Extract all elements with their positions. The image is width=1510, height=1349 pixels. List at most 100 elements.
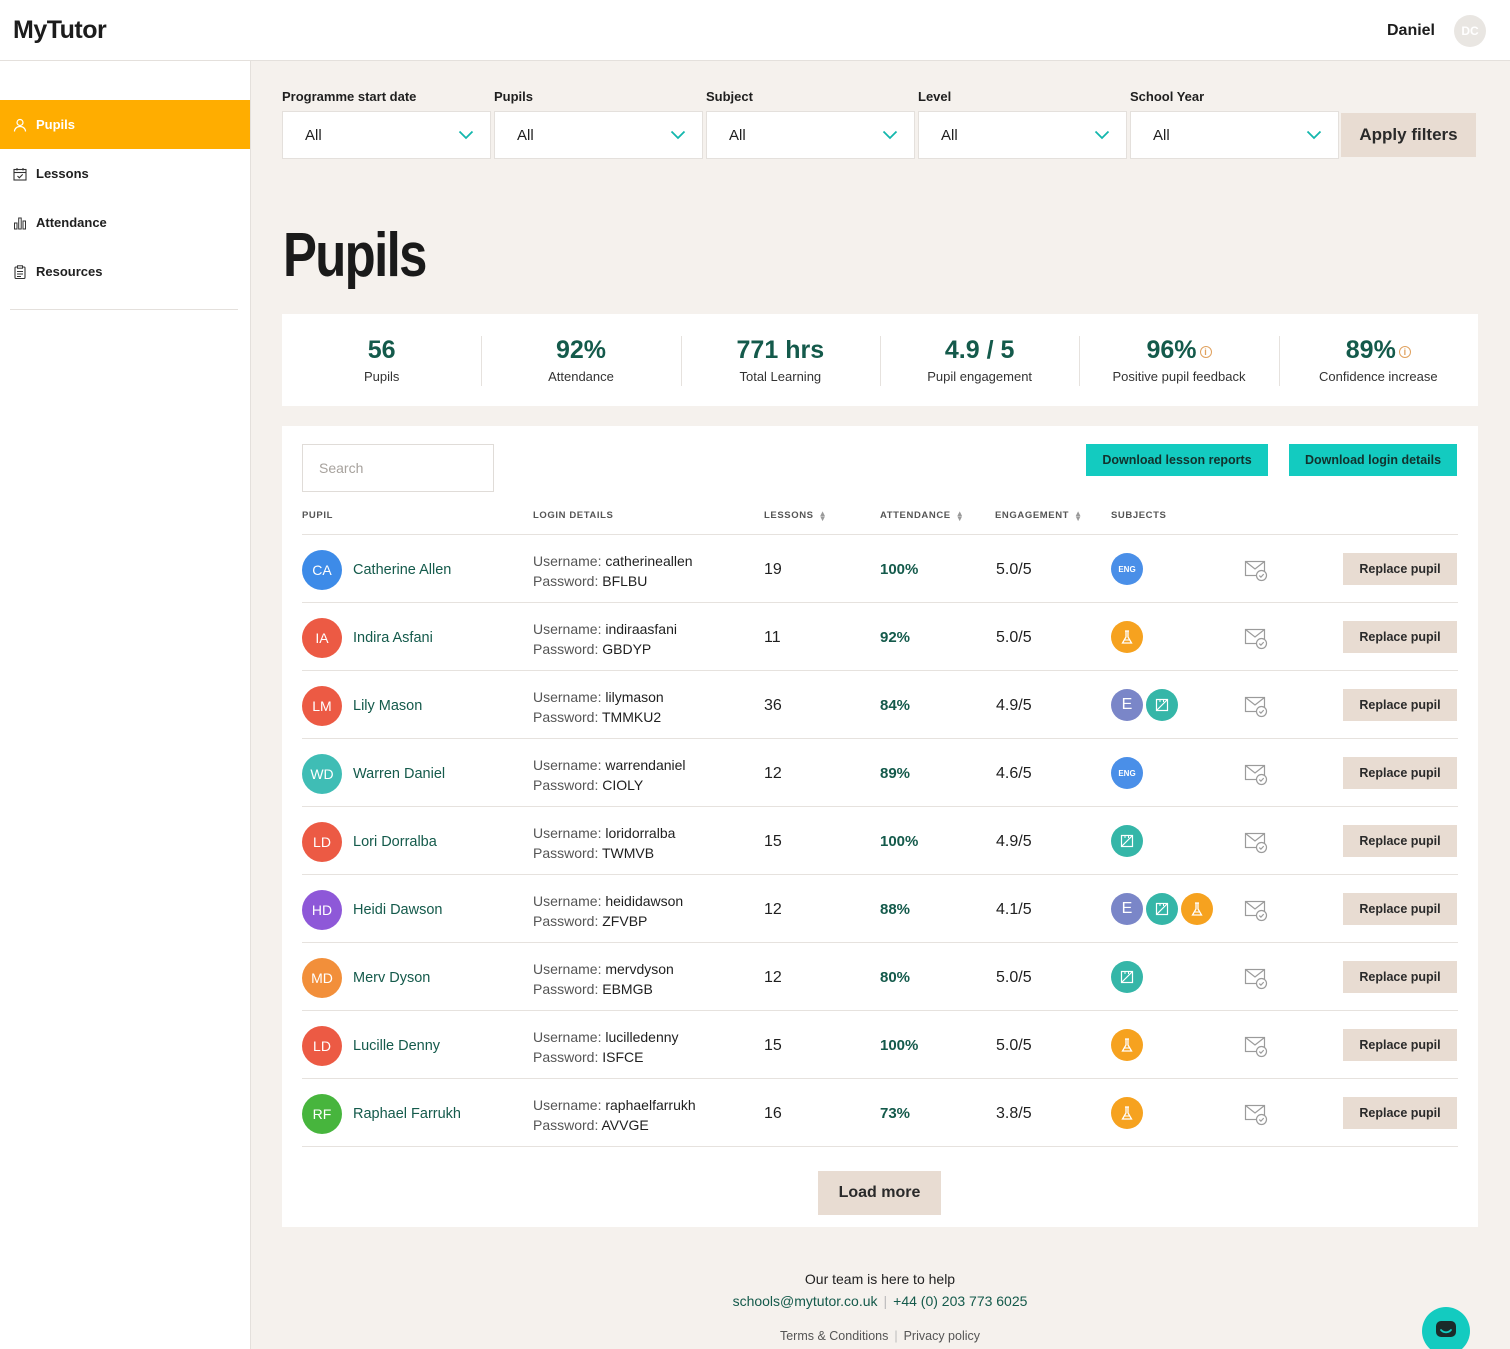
- username-line: Username: mervdyson: [533, 959, 674, 979]
- support-email-link[interactable]: schools@mytutor.co.uk: [733, 1293, 878, 1309]
- stat-value: 4.9 / 5: [945, 336, 1015, 365]
- subject-select[interactable]: All: [706, 111, 915, 159]
- email-sent-icon[interactable]: [1244, 626, 1268, 650]
- stat-label: Confidence increase: [1319, 369, 1438, 384]
- bar-chart-icon: [14, 217, 26, 229]
- stat-label: Pupils: [363, 369, 400, 384]
- pupil-name-link[interactable]: Indira Asfani: [353, 630, 433, 646]
- stat-value: 89% i: [1346, 336, 1411, 365]
- level-select[interactable]: All: [918, 111, 1127, 159]
- subjects-list: ENG: [1111, 553, 1146, 585]
- table-row: LD Lucille Denny Username: lucilledenny …: [302, 1011, 1458, 1079]
- programme-start-date-select[interactable]: All: [282, 111, 491, 159]
- stat-positive-feedback: 96% i Positive pupil feedback: [1079, 314, 1278, 406]
- column-header-lessons[interactable]: LESSONS ▲ ▼: [764, 509, 827, 522]
- pupil-name-link[interactable]: Merv Dyson: [353, 970, 430, 986]
- password-label: Password:: [533, 573, 599, 589]
- password-label: Password:: [533, 777, 599, 793]
- download-lesson-reports-button[interactable]: Download lesson reports: [1086, 444, 1268, 476]
- email-sent-icon[interactable]: [1244, 830, 1268, 854]
- email-sent-icon[interactable]: [1244, 1102, 1268, 1126]
- username-label: Username:: [533, 825, 602, 841]
- table-row: WD Warren Daniel Username: warrendaniel …: [302, 739, 1458, 807]
- filter-pupils: Pupils All: [494, 89, 704, 159]
- password-value: BFLBU: [602, 573, 648, 589]
- column-label: ATTENDANCE: [880, 510, 951, 521]
- select-value: All: [1153, 126, 1170, 144]
- pupil-name-link[interactable]: Heidi Dawson: [353, 902, 442, 918]
- subjects-list: [1111, 1029, 1146, 1061]
- email-sent-icon[interactable]: [1244, 898, 1268, 922]
- replace-pupil-button[interactable]: Replace pupil: [1343, 1097, 1457, 1129]
- replace-pupil-button[interactable]: Replace pupil: [1343, 961, 1457, 993]
- download-login-details-button[interactable]: Download login details: [1289, 444, 1457, 476]
- lessons-count: 12: [764, 765, 782, 782]
- pupil-avatar: LD: [302, 1026, 342, 1066]
- pupil-name-link[interactable]: Warren Daniel: [353, 766, 445, 782]
- stat-value: 56: [368, 336, 396, 365]
- search-input[interactable]: [302, 444, 494, 492]
- replace-pupil-button[interactable]: Replace pupil: [1343, 825, 1457, 857]
- email-sent-icon[interactable]: [1244, 762, 1268, 786]
- support-phone-link[interactable]: +44 (0) 203 773 6025: [893, 1293, 1027, 1309]
- sidebar-item-resources[interactable]: Resources: [0, 247, 250, 296]
- subjects-list: [1111, 961, 1146, 993]
- chevron-down-icon: [882, 130, 898, 140]
- email-sent-icon[interactable]: [1244, 1034, 1268, 1058]
- pupil-name-link[interactable]: Lucille Denny: [353, 1038, 440, 1054]
- apply-filters-button[interactable]: Apply filters: [1341, 113, 1476, 157]
- email-sent-icon[interactable]: [1244, 966, 1268, 990]
- password-line: Password: AVVGE: [533, 1115, 696, 1135]
- pupils-select[interactable]: All: [494, 111, 703, 159]
- pupil-name-link[interactable]: Catherine Allen: [353, 562, 451, 578]
- replace-pupil-button[interactable]: Replace pupil: [1343, 553, 1457, 585]
- pupil-name-link[interactable]: Lori Dorralba: [353, 834, 437, 850]
- engagement-value: 3.8/5: [996, 1105, 1032, 1122]
- email-sent-icon[interactable]: [1244, 694, 1268, 718]
- footer-contact: schools@mytutor.co.uk | +44 (0) 203 773 60…: [0, 1293, 1510, 1309]
- school-year-select[interactable]: All: [1130, 111, 1339, 159]
- sidebar-item-label: Attendance: [36, 215, 107, 230]
- email-sent-icon[interactable]: [1244, 558, 1268, 582]
- lessons-count: 15: [764, 833, 782, 850]
- user-name[interactable]: Daniel: [1387, 22, 1435, 40]
- replace-pupil-button[interactable]: Replace pupil: [1343, 893, 1457, 925]
- column-header-attendance[interactable]: ATTENDANCE ▲ ▼: [880, 509, 964, 522]
- chevron-down-icon: [1094, 130, 1110, 140]
- username-value: catherineallen: [605, 553, 693, 569]
- filter-label: Subject: [706, 89, 753, 104]
- username-line: Username: loridorralba: [533, 823, 675, 843]
- sidebar-item-pupils[interactable]: Pupils: [0, 100, 250, 149]
- login-details: Username: lucilledenny Password: ISFCE: [533, 1027, 679, 1067]
- filter-programme-start-date: Programme start date All: [282, 89, 492, 159]
- privacy-link[interactable]: Privacy policy: [904, 1329, 980, 1343]
- sidebar-item-lessons[interactable]: Lessons: [0, 149, 250, 198]
- user-icon: [13, 118, 27, 132]
- replace-pupil-button[interactable]: Replace pupil: [1343, 621, 1457, 653]
- logo[interactable]: MyTutor: [13, 16, 107, 45]
- pupil-name-link[interactable]: Raphael Farrukh: [353, 1106, 461, 1122]
- replace-pupil-button[interactable]: Replace pupil: [1343, 1029, 1457, 1061]
- chat-widget-button[interactable]: [1422, 1307, 1470, 1349]
- password-label: Password:: [533, 845, 599, 861]
- info-icon[interactable]: i: [1199, 346, 1212, 358]
- replace-pupil-button[interactable]: Replace pupil: [1343, 689, 1457, 721]
- terms-link[interactable]: Terms & Conditions: [780, 1329, 888, 1343]
- load-more-button[interactable]: Load more: [818, 1171, 941, 1215]
- column-header-engagement[interactable]: ENGAGEMENT ▲ ▼: [995, 509, 1083, 522]
- table-row: LD Lori Dorralba Username: loridorralba …: [302, 807, 1458, 875]
- user-avatar[interactable]: DC: [1454, 15, 1486, 47]
- info-icon[interactable]: i: [1398, 346, 1411, 358]
- password-value: CIOLY: [602, 777, 644, 793]
- table-row: IA Indira Asfani Username: indiraasfani …: [302, 603, 1458, 671]
- password-line: Password: EBMGB: [533, 979, 674, 999]
- password-label: Password:: [533, 709, 599, 725]
- replace-pupil-button[interactable]: Replace pupil: [1343, 757, 1457, 789]
- subject-e-badge: E: [1111, 893, 1143, 925]
- username-label: Username:: [533, 1097, 602, 1113]
- pupil-name-link[interactable]: Lily Mason: [353, 698, 422, 714]
- page-title: Pupils: [283, 221, 427, 290]
- sidebar-item-attendance[interactable]: Attendance: [0, 198, 250, 247]
- stats-bar: 56 Pupils 92% Attendance 771 hrs Total L…: [282, 314, 1478, 406]
- subject-maths-icon: [1111, 825, 1143, 857]
